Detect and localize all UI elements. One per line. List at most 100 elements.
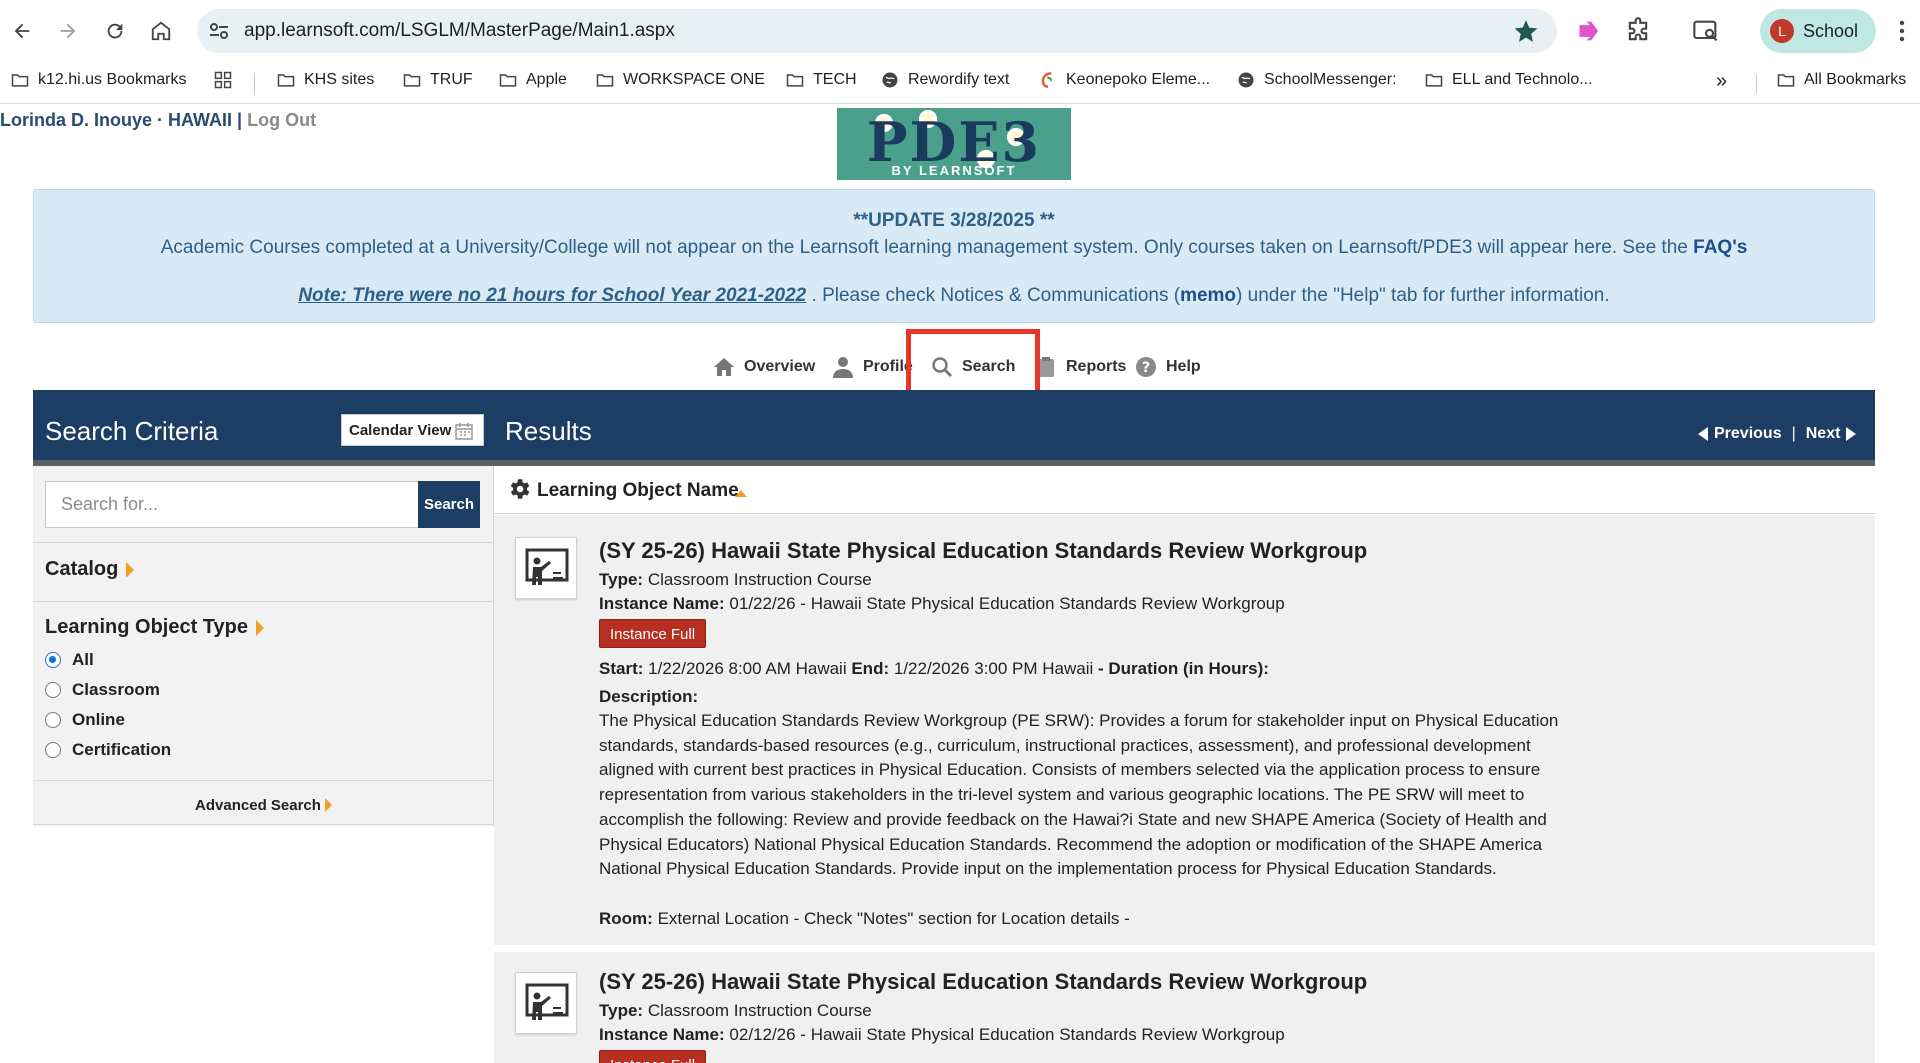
site-icon [1041, 72, 1053, 88]
bookmark-rewordify[interactable]: Rewordify text [880, 70, 1009, 90]
bookmark-tech[interactable]: TECH [785, 70, 857, 90]
sort-ascending-icon[interactable] [735, 490, 747, 497]
tab-search-icon[interactable] [1692, 17, 1720, 45]
search-criteria-panel: Search Catalog Learning Object Type All … [33, 466, 494, 826]
bookmark-truf[interactable]: TRUF [402, 70, 473, 90]
radio-label: Online [72, 710, 125, 729]
previous-link[interactable]: Previous [1714, 425, 1782, 443]
result-item: (SY 25-26) Hawaii State Physical Educati… [494, 952, 1875, 1063]
bookmark-apps[interactable] [213, 70, 241, 90]
forward-button[interactable] [52, 15, 84, 47]
search-button[interactable]: Search [418, 481, 480, 528]
profile-chip[interactable]: L School [1760, 9, 1876, 53]
gear-icon[interactable] [506, 476, 532, 502]
lo-type-label: Learning Object Type [45, 616, 248, 638]
pager: Previous | Next [1698, 425, 1857, 443]
reload-button[interactable] [99, 15, 131, 47]
radio-unchecked-icon[interactable] [45, 712, 61, 728]
bookmark-apple[interactable]: Apple [498, 70, 567, 90]
bookmark-schoolmessenger[interactable]: SchoolMessenger: [1236, 70, 1397, 90]
classroom-course-icon [515, 972, 577, 1034]
back-button[interactable] [6, 15, 38, 47]
browser-menu-icon[interactable] [1892, 18, 1912, 44]
site-settings-icon[interactable] [207, 19, 231, 43]
memo-link[interactable]: memo [1180, 285, 1236, 306]
tab-profile[interactable]: Profile [831, 355, 913, 379]
bookmark-keonepoko[interactable]: Keonepoko Eleme... [1038, 70, 1210, 90]
bookmarks-overflow-button[interactable]: » [1716, 70, 1727, 93]
divider [33, 542, 494, 543]
extension-arrow-icon[interactable] [1576, 17, 1604, 45]
next-link[interactable]: Next [1806, 425, 1841, 443]
radio-unchecked-icon[interactable] [45, 742, 61, 758]
bookmark-workspace-one[interactable]: WORKSPACE ONE [595, 70, 765, 90]
bookmark-label: WORKSPACE ONE [623, 71, 765, 88]
learning-object-type-toggle[interactable]: Learning Object Type [45, 616, 264, 639]
calendar-view-button[interactable]: Calendar View [341, 414, 484, 446]
bookmark-label: TRUF [430, 71, 473, 88]
bookmark-label: KHS sites [304, 71, 375, 88]
type-radio-all[interactable]: All [45, 650, 94, 670]
field-value: 01/22/26 - Hawaii State Physical Educati… [729, 594, 1285, 613]
folder-icon [596, 74, 614, 87]
bookmark-khs-sites[interactable]: KHS sites [276, 70, 374, 90]
page-content: Lorinda D. Inouye · HAWAII | Log Out PDE… [0, 105, 1920, 1063]
bookmark-all[interactable]: All Bookmarks [1776, 70, 1906, 90]
globe-icon [1238, 72, 1254, 88]
result-title[interactable]: (SY 25-26) Hawaii State Physical Educati… [599, 538, 1367, 564]
type-radio-classroom[interactable]: Classroom [45, 680, 160, 700]
faq-link[interactable]: FAQ's [1693, 237, 1747, 258]
expand-arrow-icon [324, 798, 332, 812]
tab-label: Overview [744, 358, 816, 375]
sort-column-label[interactable]: Learning Object Name [537, 480, 739, 502]
radio-checked-icon[interactable] [45, 652, 61, 668]
search-input[interactable] [45, 481, 420, 528]
result-title[interactable]: (SY 25-26) Hawaii State Physical Educati… [599, 969, 1367, 995]
advanced-search-link[interactable]: Advanced Search [33, 797, 494, 814]
arrow-left-icon [14, 23, 30, 39]
divider [33, 824, 494, 825]
home-button[interactable] [145, 15, 177, 47]
browser-toolbar: app.learnsoft.com/LSGLM/MasterPage/Main1… [0, 0, 1920, 62]
result-instance: Instance Name: 01/22/26 - Hawaii State P… [599, 594, 1285, 614]
tab-help[interactable]: ? Help [1134, 355, 1201, 379]
presenter-board-icon [525, 983, 569, 1020]
notice-line-academic: Academic Courses completed at a Universi… [34, 237, 1874, 259]
result-type: Type: Classroom Instruction Course [599, 570, 872, 590]
type-radio-online[interactable]: Online [45, 710, 125, 730]
address-bar[interactable]: app.learnsoft.com/LSGLM/MasterPage/Main1… [197, 9, 1557, 53]
divider [33, 601, 494, 602]
catalog-toggle[interactable]: Catalog [45, 558, 135, 581]
bookmarks-bar: k12.hi.us Bookmarks KHS sites TRUF Apple… [0, 62, 1920, 104]
note-link[interactable]: Note: There were no 21 hours for School … [298, 285, 806, 306]
radio-unchecked-icon[interactable] [45, 682, 61, 698]
extensions-puzzle-icon[interactable] [1624, 17, 1652, 45]
tab-label: Reports [1066, 358, 1127, 375]
expand-arrow-icon [126, 561, 135, 578]
type-radio-certification[interactable]: Certification [45, 740, 171, 760]
bookmark-k12[interactable]: k12.hi.us Bookmarks [10, 70, 187, 90]
radio-label: All [72, 650, 94, 669]
result-type: Type: Classroom Instruction Course [599, 1001, 872, 1021]
help-icon: ? [1136, 357, 1156, 377]
logout-link[interactable]: Log Out [247, 110, 316, 130]
user-separator: | [237, 110, 243, 130]
bookmark-star-icon[interactable] [1513, 18, 1539, 44]
bookmark-label: SchoolMessenger: [1264, 71, 1397, 88]
pde3-logo[interactable]: PDE3 BY LEARNSOFT [837, 108, 1071, 180]
calendar-view-label: Calendar View [349, 422, 452, 439]
user-name: Lorinda D. Inouye · HAWAII [0, 110, 233, 130]
results-title: Results [505, 416, 592, 446]
bookmark-ell[interactable]: ELL and Technolo... [1424, 70, 1593, 90]
field-label: Room: [599, 909, 653, 928]
field-label: Description: [599, 687, 699, 706]
tab-reports[interactable]: Reports [1034, 355, 1126, 379]
search-criteria-title: Search Criteria [45, 416, 219, 446]
result-schedule: Start: 1/22/2026 8:00 AM Hawaii End: 1/2… [599, 659, 1269, 679]
notice-note-text: . Please check Notices & Communications … [806, 285, 1181, 306]
previous-arrow-icon [1698, 427, 1708, 441]
field-value: 1/22/2026 3:00 PM Hawaii [893, 659, 1094, 678]
search-header-band: Search Criteria Calendar View Results Pr… [33, 390, 1875, 466]
tab-overview[interactable]: Overview [712, 355, 815, 379]
url-text[interactable]: app.learnsoft.com/LSGLM/MasterPage/Main1… [244, 20, 675, 42]
